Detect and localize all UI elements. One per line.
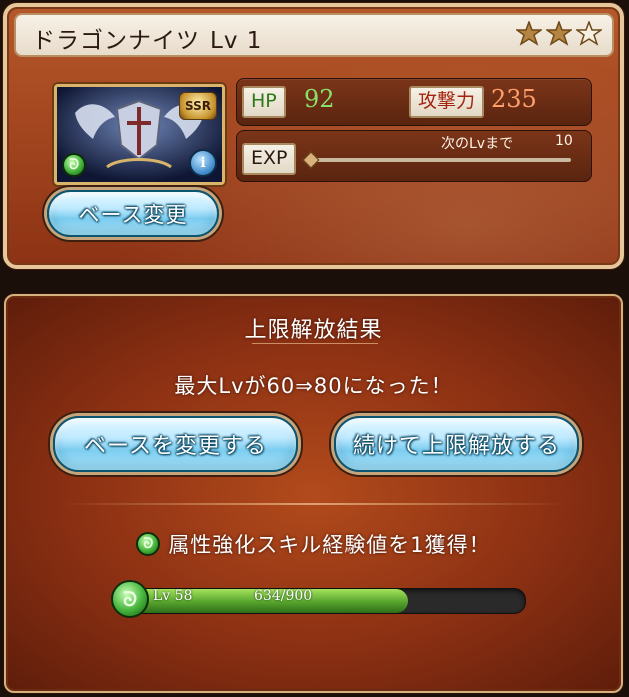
skill-level: Lv 58 xyxy=(153,588,193,604)
star-icon-2 xyxy=(544,19,574,47)
character-level: Lv 1 xyxy=(210,28,263,54)
character-title-bar: ドラゴンナイツ Lv 1 xyxy=(14,13,614,57)
wind-icon: ᘐ xyxy=(62,153,86,177)
base-change-button[interactable]: ベース変更 xyxy=(47,190,219,237)
star-icon-1 xyxy=(514,19,544,47)
star-rating xyxy=(514,19,604,47)
hp-value: 92 xyxy=(304,85,335,113)
limit-break-result-panel: 上限解放結果 最大Lvが60⇒80になった！ ベースを変更する 続けて上限解放す… xyxy=(4,294,623,693)
exp-label: EXP xyxy=(242,143,297,175)
exp-progress-track xyxy=(307,158,571,162)
stats-box: HP 92 攻撃力 235 xyxy=(236,78,592,126)
next-level-value: 10 xyxy=(555,133,573,149)
skill-progress: ᘐ Lv 58 634/900 xyxy=(111,580,526,618)
character-title: ドラゴンナイツ Lv 1 xyxy=(32,21,262,55)
next-level-label: 次のLvまで xyxy=(441,136,514,152)
info-icon[interactable]: i xyxy=(189,149,217,177)
skill-progress-count: 634/900 xyxy=(254,588,313,604)
character-name: ドラゴンナイツ xyxy=(32,28,200,54)
skill-exp-message: 属性強化スキル経験値を1獲得！ xyxy=(168,533,491,557)
character-card: ドラゴンナイツ Lv 1 SSR ᘐ i ベース変更 HP 92 攻撃力 235… xyxy=(3,3,624,269)
attack-label: 攻撃力 xyxy=(409,86,485,118)
exp-progress-marker xyxy=(302,151,320,169)
max-level-message: 最大Lvが60⇒80になった！ xyxy=(174,374,453,398)
star-icon-3 xyxy=(574,19,604,47)
ssr-badge: SSR xyxy=(179,92,217,120)
character-portrait[interactable]: SSR ᘐ i xyxy=(54,84,225,185)
change-base-button[interactable]: ベースを変更する xyxy=(53,416,298,472)
title-ornament xyxy=(252,343,378,354)
skill-exp-row: ᘐ 属性強化スキル経験値を1獲得！ xyxy=(6,529,621,559)
divider xyxy=(62,503,567,505)
hp-label: HP xyxy=(242,86,286,118)
continue-limit-break-button[interactable]: 続けて上限解放する xyxy=(334,416,579,472)
wind-icon: ᘐ xyxy=(136,532,161,556)
attack-value: 235 xyxy=(491,85,537,113)
wind-orb-icon: ᘐ xyxy=(111,580,149,618)
exp-box: EXP 次のLvまで 10 xyxy=(236,130,592,182)
panel-title: 上限解放結果 xyxy=(244,318,383,343)
